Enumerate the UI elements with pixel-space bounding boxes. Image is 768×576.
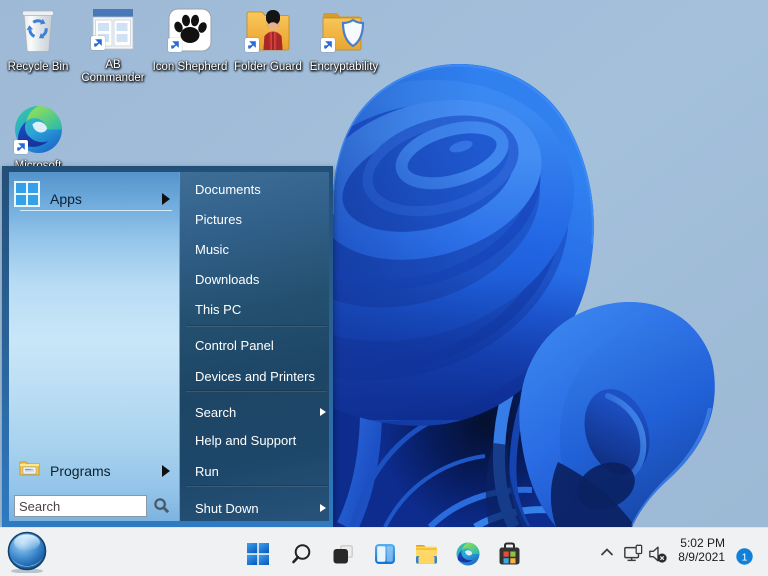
svg-text:1: 1 <box>742 551 748 563</box>
